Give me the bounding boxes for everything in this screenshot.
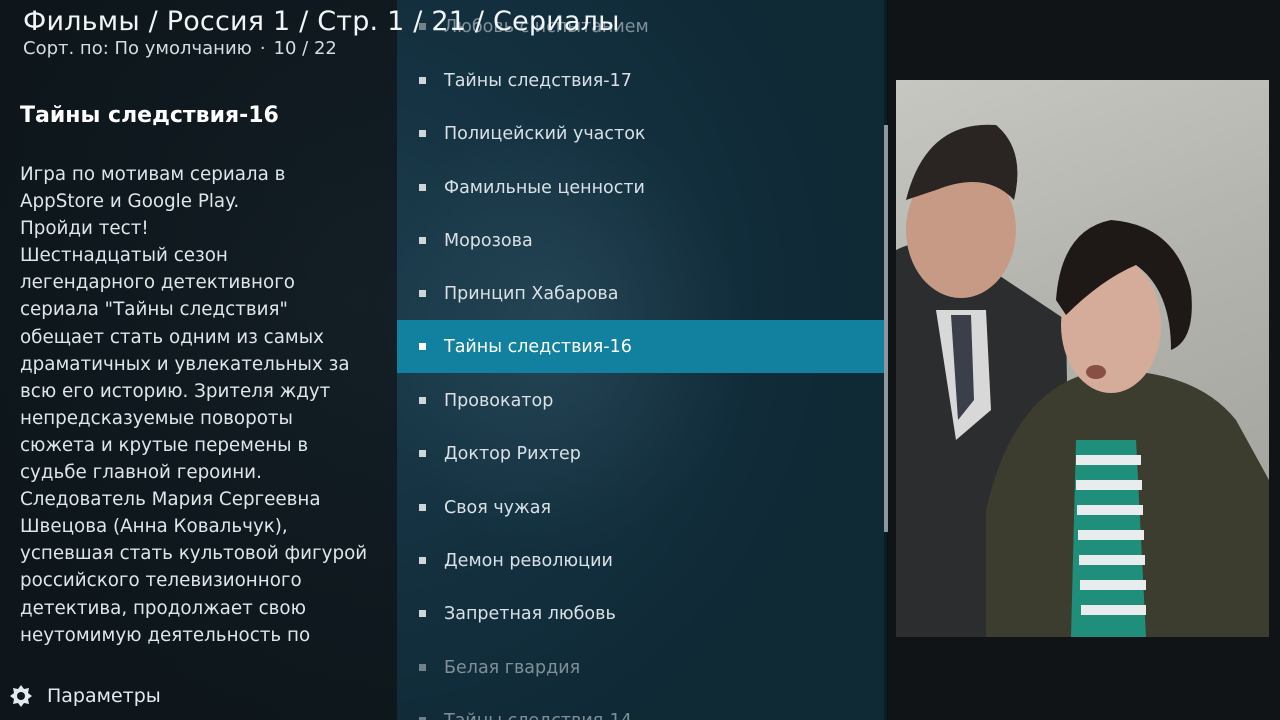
bullet-icon — [419, 397, 426, 404]
list-item-label: Тайны следствия-16 — [444, 336, 632, 357]
gear-icon — [10, 685, 32, 707]
list-item-label: Принцип Хабарова — [444, 283, 619, 304]
separator: · — [259, 38, 266, 59]
list-item-label: Своя чужая — [444, 497, 552, 518]
bullet-icon — [419, 610, 426, 617]
series-list[interactable]: Любовь с испытанием Тайны следствия-17 П… — [397, 0, 884, 720]
bullet-icon — [419, 184, 426, 191]
list-item-label: Морозова — [444, 230, 533, 251]
list-item[interactable]: Тайны следствия-17 — [397, 54, 884, 107]
sort-info: Сорт. по: По умолчанию · 10 / 22 — [23, 38, 620, 59]
bullet-icon — [419, 237, 426, 244]
bullet-icon — [419, 504, 426, 511]
bullet-icon — [419, 343, 426, 350]
list-item[interactable]: Морозова — [397, 214, 884, 267]
bullet-icon — [419, 130, 426, 137]
list-item-label: Запретная любовь — [444, 603, 616, 624]
list-item-label: Демон революции — [444, 550, 613, 571]
list-item-label: Белая гвардия — [444, 657, 581, 678]
list-item[interactable]: Принцип Хабарова — [397, 267, 884, 320]
options-label: Параметры — [47, 685, 161, 707]
list-item[interactable]: Демон революции — [397, 534, 884, 587]
list-item[interactable]: Провокатор — [397, 374, 884, 427]
header: Фильмы / Россия 1 / Стр. 1 / 21 / Сериал… — [23, 6, 620, 59]
bullet-icon — [419, 450, 426, 457]
list-item-label: Фамильные ценности — [444, 177, 645, 198]
breadcrumb: Фильмы / Россия 1 / Стр. 1 / 21 / Сериал… — [23, 6, 620, 37]
list-item[interactable]: Белая гвардия — [397, 641, 884, 694]
sort-label: Сорт. по: По умолчанию — [23, 38, 252, 59]
list-item[interactable]: Фамильные ценности — [397, 161, 884, 214]
list-item-label: Провокатор — [444, 390, 554, 411]
bullet-icon — [419, 557, 426, 564]
list-scrollbar-thumb[interactable] — [884, 125, 888, 532]
item-title: Тайны следствия-16 — [20, 103, 279, 128]
list-item[interactable]: Тайны следствия-14 — [397, 694, 884, 720]
list-item[interactable]: Доктор Рихтер — [397, 427, 884, 480]
list-item[interactable]: Полицейский участок — [397, 107, 884, 160]
list-item[interactable]: Запретная любовь — [397, 587, 884, 640]
list-item-selected[interactable]: Тайны следствия-16 — [397, 320, 884, 373]
bullet-icon — [419, 664, 426, 671]
poster-artwork — [896, 124, 1269, 637]
list-item[interactable]: Своя чужая — [397, 481, 884, 534]
item-plot: Игра по мотивам сериала в AppStore и Goo… — [20, 164, 368, 646]
options-button[interactable]: Параметры — [8, 683, 161, 709]
item-position: 10 / 22 — [273, 38, 337, 59]
poster-image — [896, 80, 1269, 637]
bullet-icon — [419, 77, 426, 84]
list-item-label: Тайны следствия-14 — [444, 711, 632, 720]
bullet-icon — [419, 290, 426, 297]
list-item-label: Доктор Рихтер — [444, 443, 581, 464]
list-item-label: Полицейский участок — [444, 123, 646, 144]
list-item-label: Тайны следствия-17 — [444, 70, 632, 91]
